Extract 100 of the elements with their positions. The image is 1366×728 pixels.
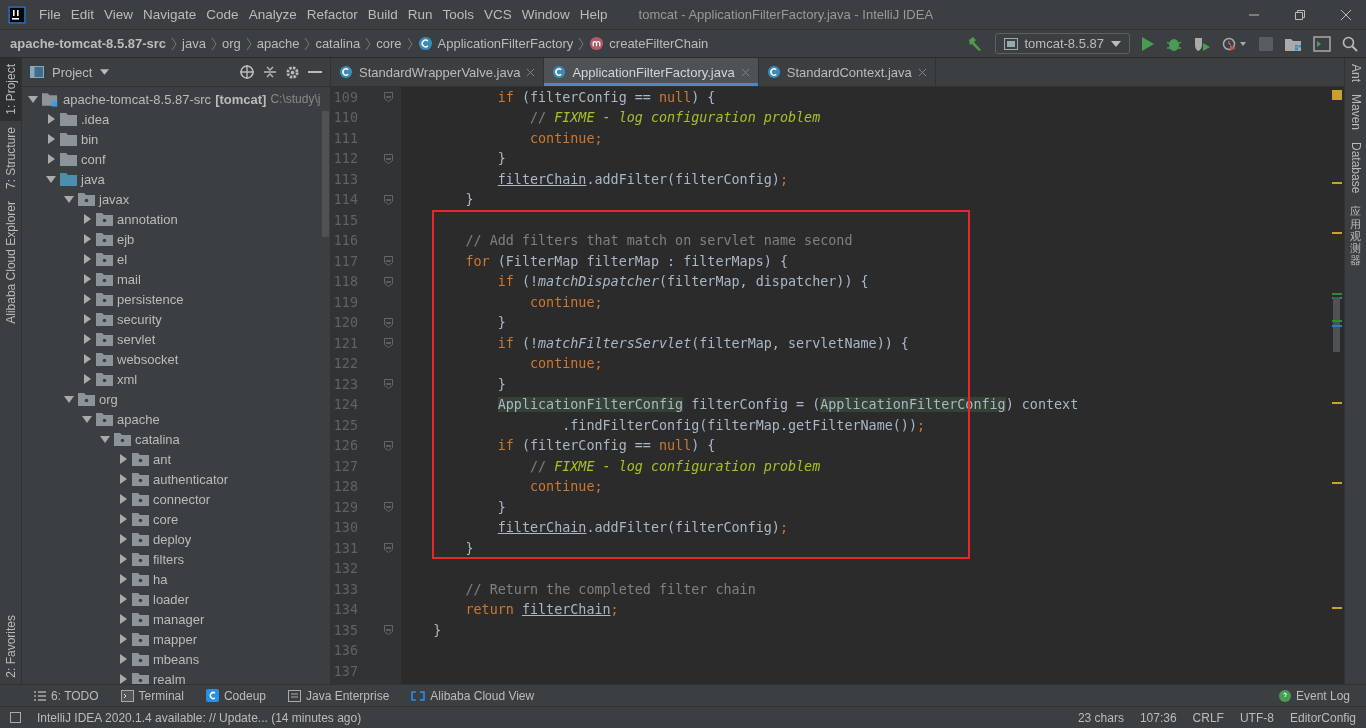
- menu-item[interactable]: Edit: [65, 7, 100, 22]
- panel-title[interactable]: Project: [52, 64, 93, 80]
- breadcrumb[interactable]: core: [376, 36, 402, 51]
- tree-item[interactable]: conf: [81, 151, 106, 167]
- fold-marker-icon[interactable]: [384, 92, 393, 103]
- collapsed-arrow-icon[interactable]: [82, 214, 92, 224]
- coverage-icon[interactable]: [1193, 35, 1211, 52]
- tree-item[interactable]: core: [153, 511, 179, 527]
- status-item[interactable]: 107:36: [1139, 710, 1177, 725]
- expanded-arrow-icon[interactable]: [64, 194, 74, 204]
- restore-icon[interactable]: [1294, 8, 1306, 21]
- tool-window-tab[interactable]: 应用观测器: [1350, 205, 1361, 266]
- tree-item[interactable]: ant: [153, 451, 172, 467]
- tool-window-button[interactable]: Java Enterprise: [288, 688, 390, 703]
- status-item[interactable]: 23 chars: [1077, 710, 1124, 725]
- tool-window-tab[interactable]: Ant: [1348, 64, 1363, 82]
- tree-item[interactable]: bin: [81, 131, 99, 147]
- tree-item[interactable]: deploy: [153, 531, 192, 547]
- breadcrumb[interactable]: ApplicationFilterFactory: [437, 36, 574, 51]
- tree-item[interactable]: .idea: [81, 111, 110, 127]
- expanded-arrow-icon[interactable]: [64, 394, 74, 404]
- collapsed-arrow-icon[interactable]: [118, 654, 128, 664]
- editor-tab[interactable]: StandardContext.java: [758, 58, 936, 86]
- collapsed-arrow-icon[interactable]: [118, 574, 128, 584]
- tree-item[interactable]: el: [117, 251, 128, 267]
- collapsed-arrow-icon[interactable]: [118, 474, 128, 484]
- tree-item[interactable]: catalina: [135, 431, 180, 447]
- menu-item[interactable]: Navigate: [138, 7, 202, 22]
- breadcrumb[interactable]: apache: [256, 36, 300, 51]
- fold-marker-icon[interactable]: [384, 379, 393, 390]
- tree-item[interactable]: filters: [153, 551, 185, 567]
- tool-window-tab[interactable]: 7: Structure: [0, 120, 21, 195]
- tree-item[interactable]: mapper: [153, 631, 198, 647]
- collapsed-arrow-icon[interactable]: [46, 114, 56, 124]
- locate-crosshair-icon[interactable]: [239, 64, 255, 80]
- tree-item[interactable]: loader: [153, 591, 190, 607]
- terminal-window-icon[interactable]: [1313, 35, 1331, 52]
- tree-item[interactable]: persistence: [117, 291, 184, 307]
- tree-item[interactable]: realm: [153, 671, 186, 684]
- tree-item[interactable]: mbeans: [153, 651, 200, 667]
- dropdown-caret-icon[interactable]: [100, 69, 110, 75]
- tree-item[interactable]: org: [99, 391, 118, 407]
- tree-item[interactable]: authenticator: [153, 471, 229, 487]
- tree-item[interactable]: servlet: [117, 331, 156, 347]
- tool-window-button[interactable]: Alibaba Cloud View: [411, 688, 535, 703]
- status-message[interactable]: IntelliJ IDEA 2020.1.4 available: // Update... (14 minutes ago): [37, 710, 362, 725]
- expanded-arrow-icon[interactable]: [28, 94, 38, 104]
- search-icon[interactable]: [1342, 35, 1358, 52]
- tree-item[interactable]: websocket: [117, 351, 179, 367]
- tree-item[interactable]: mail: [117, 271, 141, 287]
- fold-marker-icon[interactable]: [384, 256, 393, 267]
- tree-item[interactable]: annotation: [117, 211, 178, 227]
- tool-window-tab[interactable]: Alibaba Cloud Explorer: [0, 194, 21, 330]
- tree-item[interactable]: apache: [117, 411, 160, 427]
- tool-window-button[interactable]: Terminal: [120, 688, 184, 703]
- fold-marker-icon[interactable]: [384, 153, 393, 164]
- collapsed-arrow-icon[interactable]: [46, 134, 56, 144]
- tool-window-tab[interactable]: 2: Favorites: [0, 609, 21, 684]
- collapsed-arrow-icon[interactable]: [118, 494, 128, 504]
- tree-item[interactable]: xml: [117, 371, 138, 387]
- tree-item[interactable]: connector: [153, 491, 211, 507]
- fold-marker-icon[interactable]: [384, 502, 393, 513]
- close-icon[interactable]: [526, 67, 536, 77]
- editor-tab[interactable]: ApplicationFilterFactory.java: [544, 58, 759, 86]
- tree-item[interactable]: security: [117, 311, 162, 327]
- menu-item[interactable]: View: [99, 7, 139, 22]
- expanded-arrow-icon[interactable]: [46, 174, 56, 184]
- collapsed-arrow-icon[interactable]: [118, 554, 128, 564]
- tool-window-tab[interactable]: Maven: [1348, 94, 1363, 131]
- collapsed-arrow-icon[interactable]: [82, 334, 92, 344]
- collapsed-arrow-icon[interactable]: [118, 534, 128, 544]
- fold-marker-icon[interactable]: [384, 276, 393, 287]
- tool-window-button[interactable]: 6: TODO: [34, 688, 99, 703]
- settings-icon[interactable]: [285, 64, 300, 80]
- profiler-icon[interactable]: [1222, 35, 1248, 52]
- collapse-all-icon[interactable]: [263, 65, 277, 79]
- collapsed-arrow-icon[interactable]: [118, 594, 128, 604]
- event-log-button[interactable]: Event Log: [1278, 688, 1350, 703]
- collapsed-arrow-icon[interactable]: [118, 614, 128, 624]
- fold-marker-icon[interactable]: [384, 625, 393, 636]
- collapsed-arrow-icon[interactable]: [82, 254, 92, 264]
- tree-item[interactable]: ejb: [117, 231, 135, 247]
- breadcrumb[interactable]: org: [221, 36, 241, 51]
- menu-item[interactable]: Code: [201, 7, 244, 22]
- collapsed-arrow-icon[interactable]: [118, 514, 128, 524]
- toggle-panels-icon[interactable]: [10, 712, 21, 723]
- breadcrumb[interactable]: java: [182, 36, 206, 51]
- breadcrumb[interactable]: createFilterChain: [609, 36, 709, 51]
- tree-item[interactable]: ha: [153, 571, 168, 587]
- run-icon[interactable]: [1141, 35, 1155, 52]
- collapsed-arrow-icon[interactable]: [118, 674, 128, 684]
- status-item[interactable]: UTF-8: [1239, 710, 1274, 725]
- breadcrumb[interactable]: catalina: [315, 36, 361, 51]
- run-config-dropdown[interactable]: tomcat-8.5.87: [994, 33, 1130, 54]
- collapsed-arrow-icon[interactable]: [82, 314, 92, 324]
- fold-marker-icon[interactable]: [384, 338, 393, 349]
- collapsed-arrow-icon[interactable]: [118, 454, 128, 464]
- menu-item[interactable]: Help: [574, 7, 613, 22]
- menu-item[interactable]: Refactor: [301, 7, 363, 22]
- fold-marker-icon[interactable]: [384, 317, 393, 328]
